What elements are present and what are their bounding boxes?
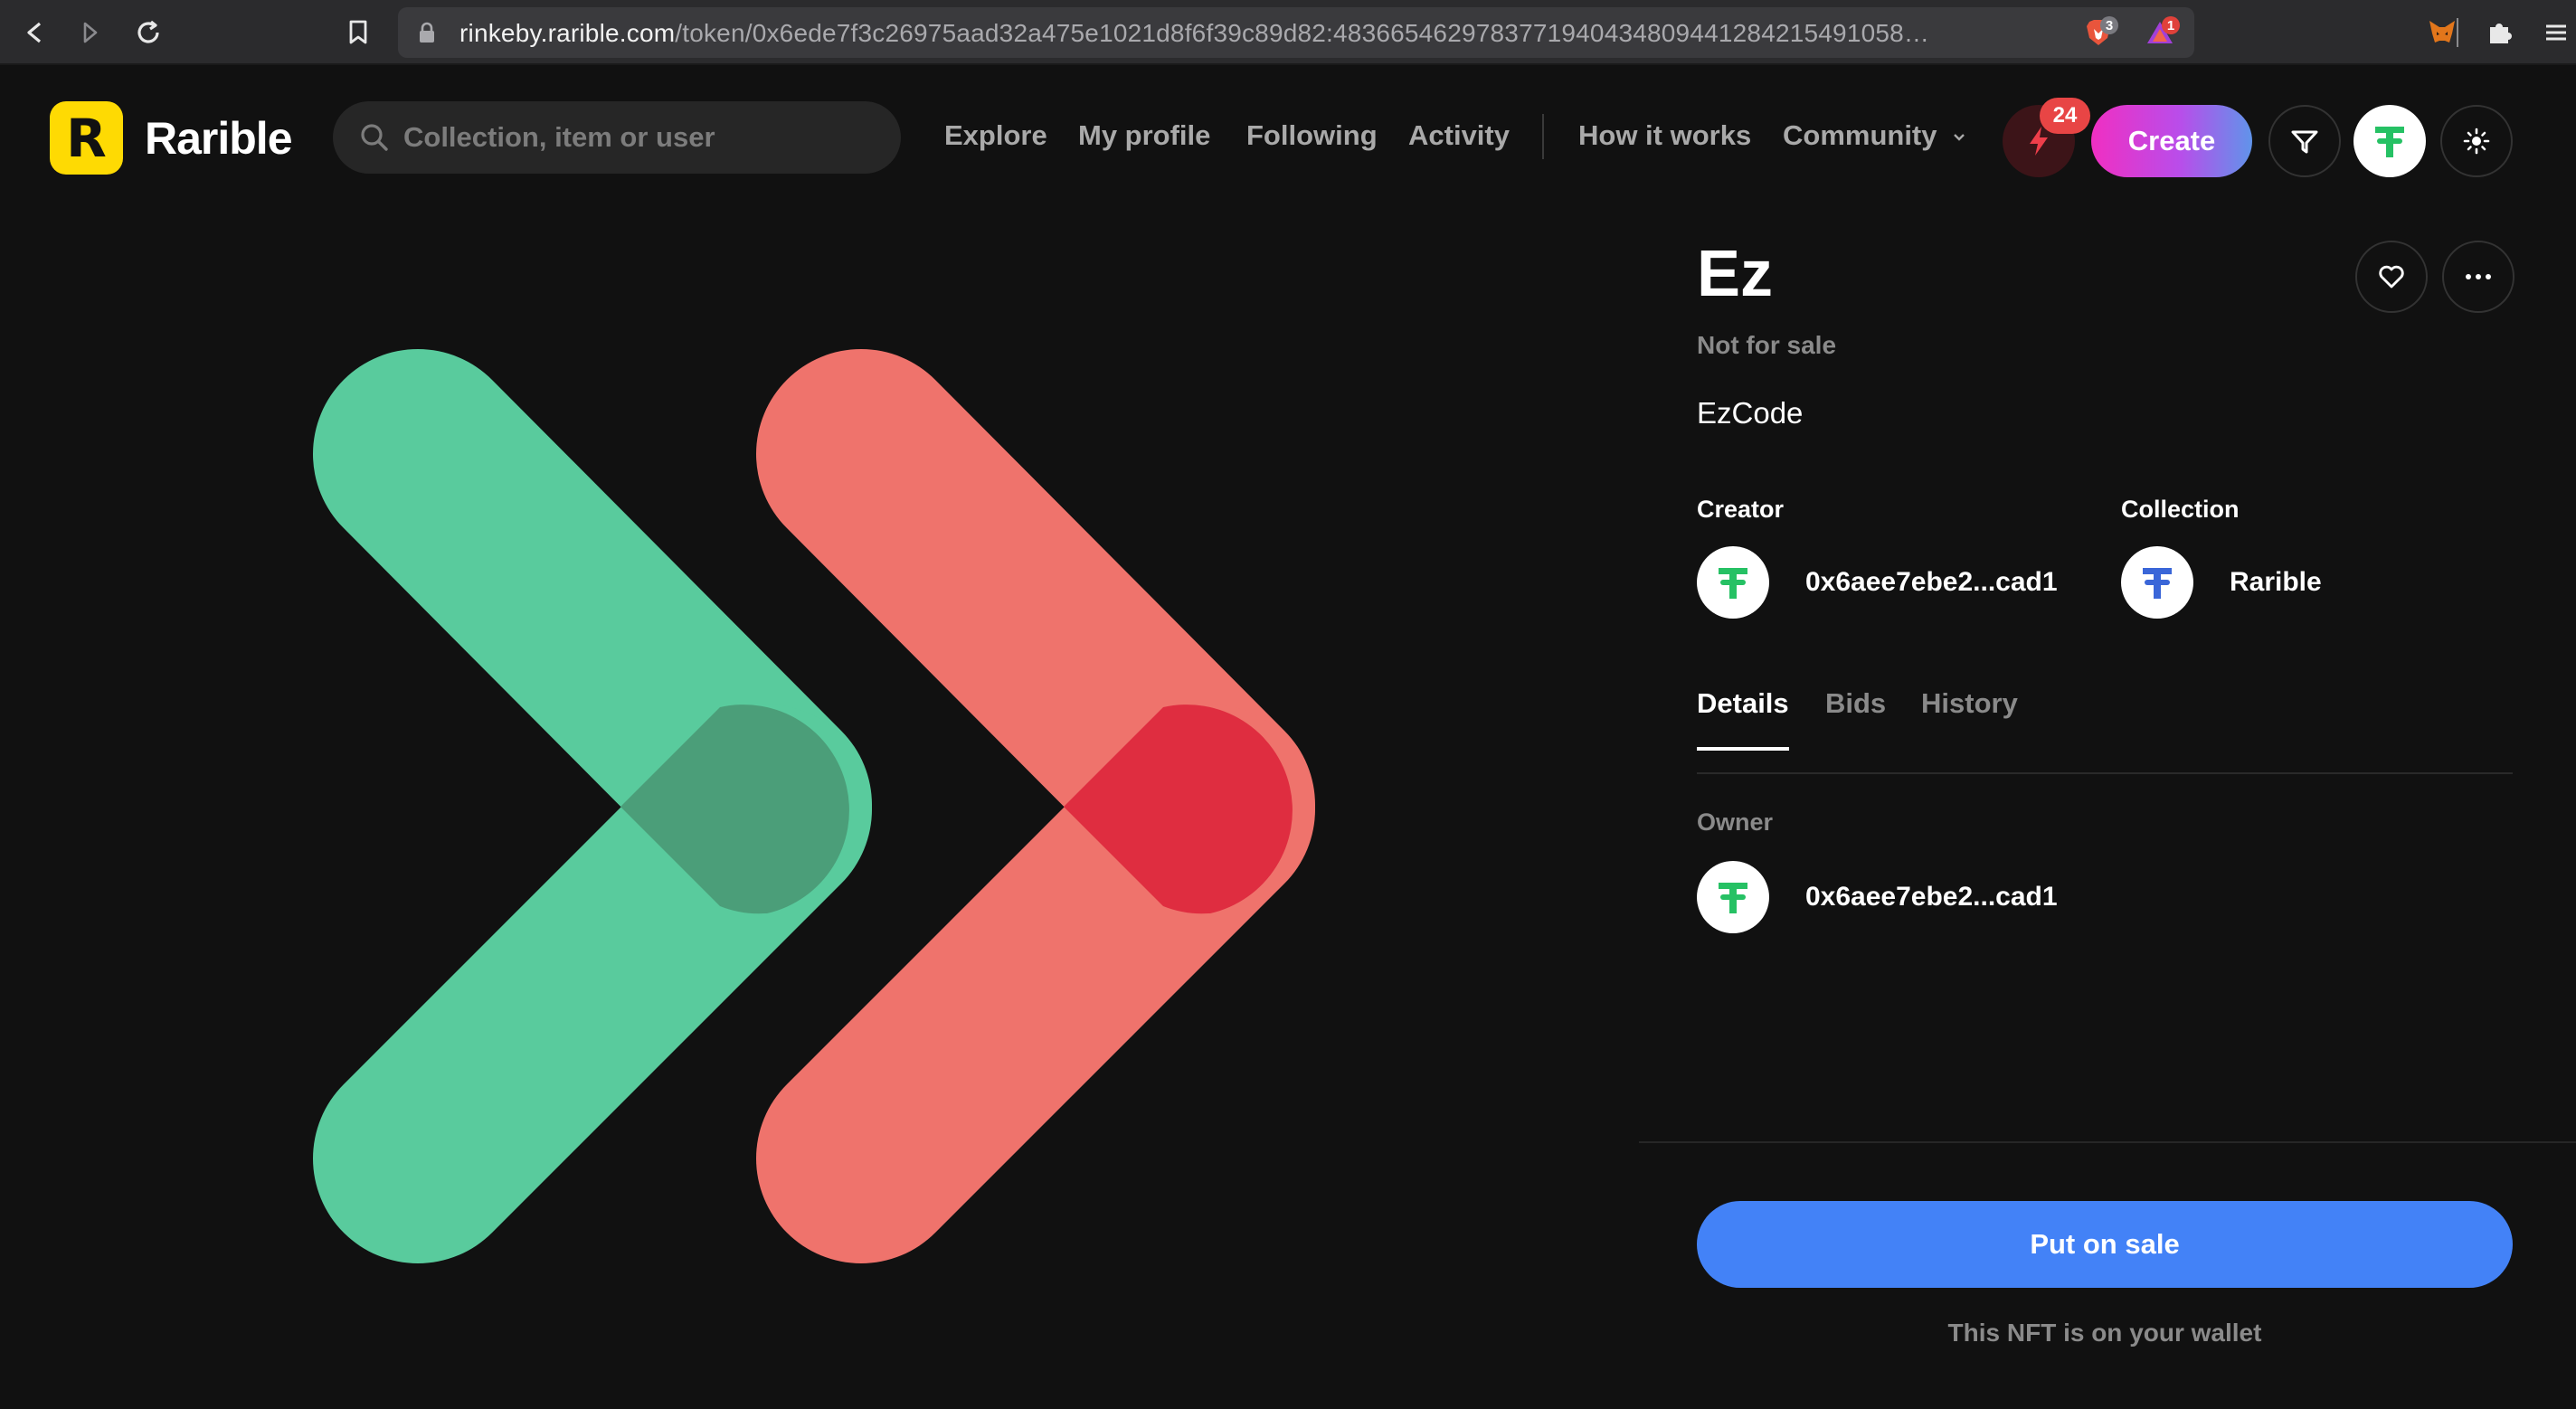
item-tabs: Details Bids History bbox=[1697, 687, 2513, 774]
put-on-sale-button[interactable]: Put on sale bbox=[1697, 1201, 2513, 1288]
heart-icon bbox=[2379, 265, 2404, 288]
extensions-button[interactable] bbox=[2480, 13, 2520, 52]
theme-toggle-button[interactable] bbox=[2440, 105, 2513, 177]
browser-menu-button[interactable] bbox=[2536, 13, 2576, 52]
double-chevron-artwork bbox=[313, 349, 1315, 1263]
collection-label: Collection bbox=[2121, 496, 2240, 523]
user-avatar-button[interactable] bbox=[2353, 105, 2426, 177]
create-button[interactable]: Create bbox=[2091, 105, 2252, 177]
url-path: /token/0x6ede7f3c26975aad32a475e1021d8f6… bbox=[675, 19, 1930, 47]
more-icon bbox=[2466, 274, 2491, 279]
filter-icon bbox=[2291, 130, 2318, 154]
collection-name: Rarible bbox=[2230, 567, 2322, 597]
wallet-note: This NFT is on your wallet bbox=[1947, 1319, 2262, 1347]
arrow-left-icon bbox=[27, 22, 42, 43]
site-header: R Rarible Explore My profile Following A… bbox=[0, 67, 2576, 208]
brave-badge: 3 bbox=[2100, 16, 2118, 34]
nav-community[interactable]: Community bbox=[1783, 119, 1966, 152]
tether-avatar-icon bbox=[1719, 568, 1747, 599]
logo-letter: R bbox=[66, 107, 107, 169]
url-text: rinkeby.rarible.com/token/0x6ede7f3c2697… bbox=[459, 19, 2088, 48]
like-button[interactable] bbox=[2355, 241, 2428, 313]
alert-badge: 1 bbox=[2162, 16, 2180, 34]
address-bar[interactable]: rinkeby.rarible.com/token/0x6ede7f3c2697… bbox=[398, 7, 2458, 58]
nft-artwork[interactable] bbox=[253, 307, 1339, 1302]
rarible-logo[interactable]: R bbox=[50, 101, 123, 175]
search-input[interactable] bbox=[403, 116, 874, 159]
tab-details[interactable]: Details bbox=[1697, 687, 1789, 751]
nav-my-profile[interactable]: My profile bbox=[1078, 119, 1210, 152]
arrow-right-icon bbox=[83, 22, 98, 43]
brand-name[interactable]: Rarible bbox=[145, 112, 293, 165]
footer-divider bbox=[1639, 1141, 2576, 1143]
sun-icon bbox=[2463, 128, 2490, 155]
chevron-down-icon bbox=[1954, 133, 1965, 141]
bookmark-button[interactable] bbox=[338, 13, 378, 52]
nav-community-label: Community bbox=[1783, 119, 1937, 151]
rarible-collection-icon bbox=[2143, 568, 2172, 599]
sale-status: Not for sale bbox=[1697, 331, 1837, 359]
activity-count-badge: 24 bbox=[2040, 98, 2090, 134]
search-box[interactable] bbox=[333, 101, 901, 174]
creator-avatar bbox=[1697, 546, 1769, 619]
owner-link[interactable]: 0x6aee7ebe2...cad1 bbox=[1697, 861, 2058, 933]
owner-avatar bbox=[1697, 861, 1769, 933]
tether-avatar-icon bbox=[2375, 127, 2404, 157]
item-description: EzCode bbox=[1697, 396, 1804, 430]
creator-link[interactable]: 0x6aee7ebe2...cad1 bbox=[1697, 546, 2058, 619]
search-icon bbox=[361, 124, 388, 151]
creator-name: 0x6aee7ebe2...cad1 bbox=[1805, 567, 2058, 597]
nav-explore[interactable]: Explore bbox=[944, 119, 1047, 152]
nav-how-it-works[interactable]: How it works bbox=[1578, 119, 1751, 152]
item-title: Ez bbox=[1697, 238, 1774, 310]
nav-divider bbox=[1542, 114, 1544, 159]
reload-button[interactable] bbox=[128, 13, 168, 52]
owner-label: Owner bbox=[1697, 809, 1774, 836]
tab-history[interactable]: History bbox=[1921, 687, 2018, 747]
browser-toolbar: rinkeby.rarible.com/token/0x6ede7f3c2697… bbox=[0, 0, 2576, 65]
collection-avatar bbox=[2121, 546, 2193, 619]
brave-shield-button[interactable]: 3 bbox=[2079, 13, 2118, 52]
collection-link[interactable]: Rarible bbox=[2121, 546, 2322, 619]
puzzle-icon bbox=[2490, 24, 2512, 43]
metamask-extension-button[interactable] bbox=[2422, 13, 2462, 52]
tab-bids[interactable]: Bids bbox=[1825, 687, 1886, 747]
filter-button[interactable] bbox=[2268, 105, 2341, 177]
nav-following[interactable]: Following bbox=[1246, 119, 1378, 152]
fox-icon bbox=[2429, 21, 2455, 43]
owner-name: 0x6aee7ebe2...cad1 bbox=[1805, 882, 2058, 912]
back-button[interactable] bbox=[14, 13, 54, 52]
brave-rewards-button[interactable]: 1 bbox=[2140, 13, 2180, 52]
nav-activity[interactable]: Activity bbox=[1408, 119, 1510, 152]
lock-icon bbox=[420, 22, 434, 43]
creator-label: Creator bbox=[1697, 496, 1785, 523]
bookmark-icon bbox=[349, 20, 367, 44]
menu-lines-icon bbox=[2546, 24, 2566, 41]
more-options-button[interactable] bbox=[2442, 241, 2514, 313]
url-host: rinkeby.rarible.com bbox=[459, 19, 676, 47]
tether-avatar-icon bbox=[1719, 883, 1747, 913]
forward-button[interactable] bbox=[71, 13, 110, 52]
item-details-panel: Ez Not for sale EzCode Creator 0x6aee7eb… bbox=[1639, 208, 2576, 1409]
reload-icon bbox=[137, 20, 159, 43]
